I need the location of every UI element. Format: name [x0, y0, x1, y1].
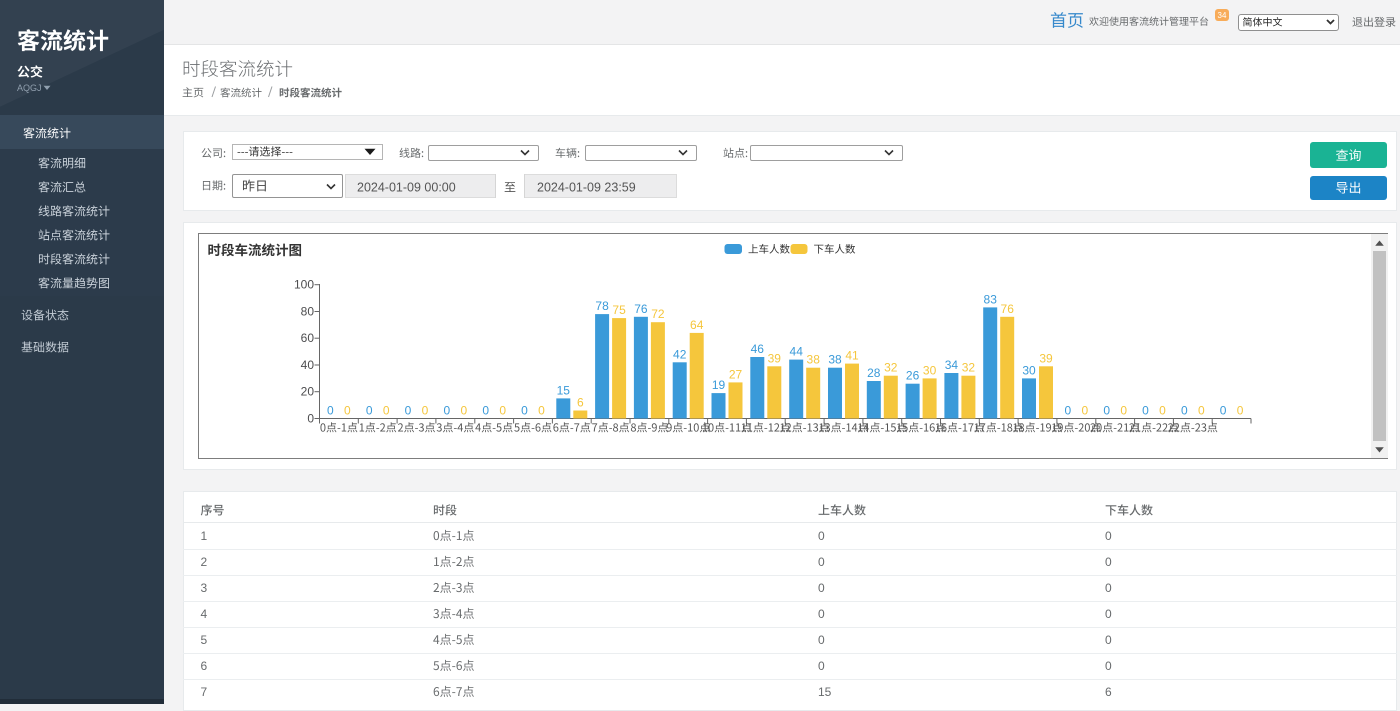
- svg-text:15: 15: [818, 685, 832, 699]
- svg-text:42: 42: [673, 347, 687, 361]
- svg-text:2024-01-09 23:59: 2024-01-09 23:59: [537, 181, 636, 195]
- svg-text:0: 0: [1237, 404, 1244, 418]
- svg-text:0: 0: [1103, 404, 1110, 418]
- svg-text:46: 46: [751, 342, 765, 356]
- svg-text:6: 6: [577, 396, 584, 410]
- svg-text:3: 3: [201, 581, 208, 595]
- svg-text:0: 0: [405, 404, 412, 418]
- svg-text:15: 15: [557, 383, 571, 397]
- svg-text:78: 78: [595, 299, 609, 313]
- svg-text:34: 34: [945, 358, 959, 372]
- svg-text:0: 0: [1159, 404, 1166, 418]
- svg-text:0: 0: [1220, 404, 1227, 418]
- svg-text:2024-01-09 00:00: 2024-01-09 00:00: [357, 181, 456, 195]
- svg-text:0: 0: [482, 404, 489, 418]
- svg-text:41: 41: [845, 349, 859, 363]
- svg-text:26: 26: [906, 369, 920, 383]
- svg-text:0: 0: [1142, 404, 1149, 418]
- svg-text:20: 20: [301, 385, 315, 399]
- svg-text:76: 76: [634, 302, 648, 316]
- svg-text:0: 0: [383, 404, 390, 418]
- svg-text:0: 0: [1105, 581, 1112, 595]
- svg-text:19: 19: [712, 378, 726, 392]
- svg-text:6: 6: [1105, 685, 1112, 699]
- svg-text:39: 39: [768, 351, 782, 365]
- svg-text:0: 0: [1081, 404, 1088, 418]
- svg-text:1: 1: [201, 529, 208, 543]
- svg-text:0: 0: [1181, 404, 1188, 418]
- svg-text:32: 32: [884, 361, 898, 375]
- svg-text:28: 28: [867, 366, 881, 380]
- svg-text:75: 75: [612, 303, 626, 317]
- svg-text:0: 0: [818, 607, 825, 621]
- svg-text:60: 60: [301, 331, 315, 345]
- svg-text:80: 80: [301, 304, 315, 318]
- svg-text:100: 100: [294, 278, 314, 292]
- svg-text:7: 7: [201, 685, 208, 699]
- svg-text:0: 0: [818, 581, 825, 595]
- svg-text:0: 0: [1105, 633, 1112, 647]
- svg-text:30: 30: [1022, 363, 1036, 377]
- svg-text:64: 64: [690, 318, 704, 332]
- svg-text:0: 0: [344, 404, 351, 418]
- svg-text:44: 44: [790, 345, 804, 359]
- svg-text:4: 4: [201, 607, 208, 621]
- svg-text:0: 0: [422, 404, 429, 418]
- svg-text:0: 0: [443, 404, 450, 418]
- svg-text:0: 0: [818, 659, 825, 673]
- svg-text:0: 0: [499, 404, 506, 418]
- svg-text:0: 0: [818, 555, 825, 569]
- svg-text:0: 0: [818, 633, 825, 647]
- svg-text:0: 0: [1105, 529, 1112, 543]
- svg-text:76: 76: [1001, 302, 1015, 316]
- svg-text:32: 32: [962, 361, 976, 375]
- svg-text:0: 0: [538, 404, 545, 418]
- svg-text:83: 83: [984, 292, 998, 306]
- svg-text:40: 40: [301, 358, 315, 372]
- svg-text:0: 0: [460, 404, 467, 418]
- svg-text:72: 72: [651, 307, 665, 321]
- svg-text:38: 38: [807, 353, 821, 367]
- svg-text:0: 0: [1105, 607, 1112, 621]
- svg-text:0: 0: [818, 529, 825, 543]
- svg-text:0: 0: [327, 404, 334, 418]
- svg-text:AQGJ: AQGJ: [17, 83, 42, 93]
- svg-text:5: 5: [201, 633, 208, 647]
- svg-text:0: 0: [307, 412, 314, 426]
- svg-text:0: 0: [1120, 404, 1127, 418]
- svg-text:30: 30: [923, 363, 937, 377]
- svg-text:0: 0: [1198, 404, 1205, 418]
- svg-text:0: 0: [366, 404, 373, 418]
- svg-text:38: 38: [828, 353, 842, 367]
- svg-text:0: 0: [1105, 555, 1112, 569]
- svg-text:27: 27: [729, 367, 743, 381]
- svg-text:0: 0: [521, 404, 528, 418]
- svg-text:0: 0: [1105, 659, 1112, 673]
- svg-text:34: 34: [1218, 11, 1227, 20]
- svg-text:39: 39: [1039, 351, 1053, 365]
- svg-text:2: 2: [201, 555, 208, 569]
- svg-text:6: 6: [201, 659, 208, 673]
- svg-text:0: 0: [1064, 404, 1071, 418]
